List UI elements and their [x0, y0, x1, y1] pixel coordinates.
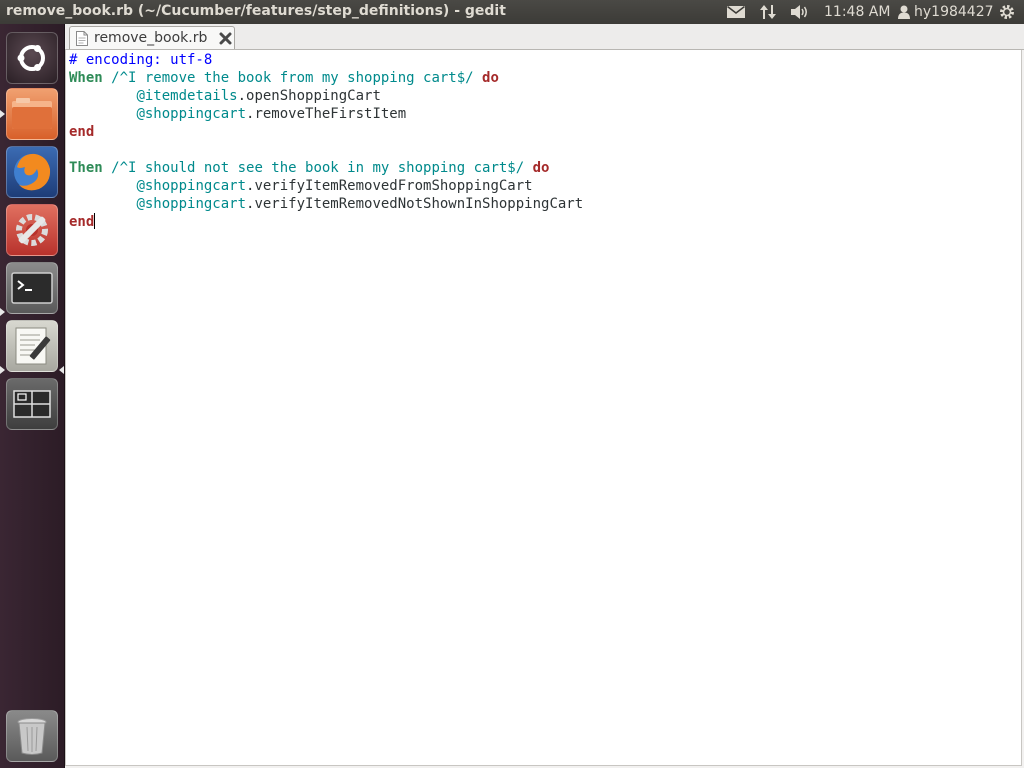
code-line[interactable]: @itemdetails.openShoppingCart	[69, 87, 583, 105]
code-token-kw: end	[69, 214, 95, 230]
launcher-text-editor[interactable]	[6, 320, 58, 372]
code-token-kw: do	[482, 70, 499, 86]
launcher-system-settings[interactable]	[6, 204, 58, 256]
user-menu[interactable]: hy1984427	[898, 0, 994, 24]
settings-icon	[16, 214, 48, 246]
trash-icon	[17, 718, 47, 755]
tab-label: remove_book.rb	[94, 30, 208, 46]
code-token-kw: end	[69, 124, 95, 140]
code-editor[interactable]: # encoding: utf-8 When /^I remove the boo…	[65, 50, 1022, 766]
running-indicator	[0, 308, 5, 316]
window-title: remove_book.rb (~/Cucumber/features/step…	[6, 3, 506, 19]
tab-bar: remove_book.rb	[65, 24, 1024, 50]
code-token-plain: .openShoppingCart	[237, 88, 381, 104]
launcher-terminal[interactable]	[6, 262, 58, 314]
code-token-comment: # encoding: utf-8	[69, 52, 213, 68]
launcher-workspace-switcher[interactable]	[6, 378, 58, 430]
user-icon	[898, 5, 910, 19]
top-panel: remove_book.rb (~/Cucumber/features/step…	[0, 0, 1024, 24]
code-token-ivar: @shoppingcart	[136, 178, 247, 194]
code-token-regex: /^I should not see the book in my shoppi…	[111, 160, 525, 176]
code-token-kw-step: Then	[69, 160, 103, 176]
launcher-trash[interactable]	[6, 710, 58, 762]
code-line[interactable]: end	[69, 213, 583, 231]
launcher-files[interactable]	[6, 88, 58, 140]
dash-home-button[interactable]	[6, 32, 58, 84]
code-token-ivar: @shoppingcart	[136, 196, 247, 212]
code-token-plain: .removeTheFirstItem	[246, 106, 407, 122]
running-indicator	[0, 366, 5, 374]
focused-indicator	[59, 366, 64, 374]
tab-close-button[interactable]	[219, 32, 232, 45]
code-line[interactable]: end	[69, 123, 583, 141]
code-token-plain: .verifyItemRemovedNotShownInShoppingCart	[246, 196, 584, 212]
code-token-kw-step: When	[69, 70, 103, 86]
document-icon	[76, 30, 88, 46]
code-content[interactable]: # encoding: utf-8 When /^I remove the boo…	[69, 51, 583, 231]
text-cursor	[94, 213, 96, 229]
code-line[interactable]: # encoding: utf-8	[69, 51, 583, 69]
ubuntu-logo-icon	[17, 45, 45, 71]
code-token-regex: /^I remove the book from my shopping car…	[111, 70, 474, 86]
gear-icon[interactable]	[998, 0, 1016, 24]
clock[interactable]: 11:48 AM	[824, 0, 890, 24]
network-icon[interactable]	[759, 0, 777, 24]
code-token-plain: .verifyItemRemovedFromShoppingCart	[246, 178, 533, 194]
close-icon	[219, 32, 232, 44]
launcher-firefox[interactable]	[6, 146, 58, 198]
workspaces-icon	[13, 390, 51, 418]
text-editor-icon	[15, 327, 51, 365]
code-line[interactable]: @shoppingcart.removeTheFirstItem	[69, 105, 583, 123]
code-line[interactable]: When /^I remove the book from my shoppin…	[69, 69, 583, 87]
code-token-ivar: @itemdetails	[136, 88, 238, 104]
terminal-icon	[11, 272, 53, 304]
folder-icon	[12, 98, 52, 129]
tab-remove-book[interactable]: remove_book.rb	[69, 26, 235, 49]
code-line[interactable]: @shoppingcart.verifyItemRemovedNotShownI…	[69, 195, 583, 213]
firefox-icon	[14, 153, 51, 191]
code-line[interactable]	[69, 141, 583, 159]
username: hy1984427	[914, 4, 994, 20]
code-token-ivar: @shoppingcart	[136, 106, 247, 122]
running-indicator	[0, 110, 5, 118]
mail-icon[interactable]	[727, 0, 745, 24]
code-token-kw: do	[532, 160, 550, 176]
code-line[interactable]: @shoppingcart.verifyItemRemovedFromShopp…	[69, 177, 583, 195]
code-line[interactable]: Then /^I should not see the book in my s…	[69, 159, 583, 177]
launcher	[0, 24, 65, 768]
sound-icon[interactable]	[790, 0, 810, 24]
